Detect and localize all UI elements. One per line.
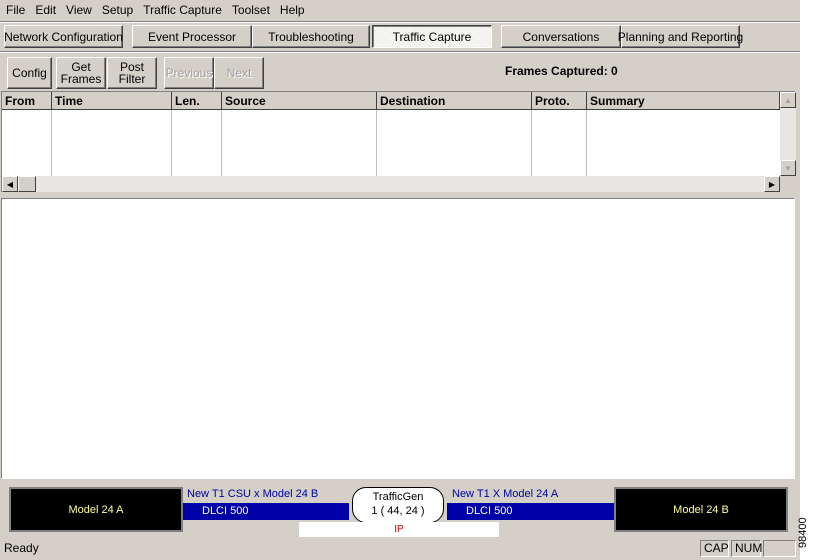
get-frames-button[interactable]: Get Frames <box>56 57 106 89</box>
packet-list-horizontal-scrollbar[interactable]: ◀ ▶ <box>2 176 796 192</box>
right-link-label: New T1 X Model 24 A <box>452 488 559 500</box>
left-dlci-label: DLCI 500 <box>183 503 349 520</box>
tab-event-processor[interactable]: Event Processor <box>132 25 252 48</box>
capture-toolbar: Config Get Frames Post Filter Previous N… <box>0 53 800 91</box>
scroll-down-arrow-icon[interactable]: ▼ <box>780 160 796 176</box>
scroll-right-arrow-icon[interactable]: ▶ <box>764 176 780 192</box>
scroll-up-arrow-icon[interactable]: ▲ <box>780 92 796 108</box>
column-header-from[interactable]: From <box>2 92 52 110</box>
column-divider <box>52 110 172 176</box>
scroll-left-arrow-icon[interactable]: ◀ <box>2 176 18 192</box>
scroll-thumb[interactable] <box>18 176 36 192</box>
num-lock-indicator: NUM <box>731 540 762 557</box>
cloud-line-1: TrafficGen <box>372 491 424 503</box>
status-text: Ready <box>4 541 39 555</box>
right-dlci-label: DLCI 500 <box>447 503 614 520</box>
column-header-destination[interactable]: Destination <box>377 92 532 110</box>
menu-edit[interactable]: Edit <box>30 0 61 21</box>
next-button[interactable]: Next <box>214 57 264 89</box>
post-filter-button[interactable]: Post Filter <box>107 57 157 89</box>
tab-network-configuration[interactable]: Network Configuration <box>4 25 123 48</box>
menu-traffic-capture[interactable]: Traffic Capture <box>138 0 227 21</box>
traffic-generator-cloud[interactable]: TrafficGen 1 ( 44, 24 ) <box>352 487 444 523</box>
tab-planning-and-reporting[interactable]: Planning and Reporting <box>618 25 743 48</box>
frames-captured-readout: Frames Captured: 0 <box>505 64 618 78</box>
frames-captured-value: 0 <box>611 64 618 78</box>
scroll-corner <box>780 176 796 192</box>
column-divider <box>2 110 52 176</box>
menu-bar: File Edit View Setup Traffic Capture Too… <box>0 0 800 21</box>
column-header-len[interactable]: Len. <box>172 92 222 110</box>
column-header-time[interactable]: Time <box>52 92 172 110</box>
application-window: File Edit View Setup Traffic Capture Too… <box>0 0 800 560</box>
previous-button[interactable]: Previous <box>164 57 214 89</box>
config-button[interactable]: Config <box>7 57 52 89</box>
menu-file[interactable]: File <box>1 0 30 21</box>
status-bar: Ready CAP NUM <box>0 538 800 560</box>
tab-traffic-capture[interactable]: Traffic Capture <box>372 25 492 48</box>
caps-lock-indicator: CAP <box>700 540 729 557</box>
column-header-summary[interactable]: Summary <box>587 92 780 110</box>
column-divider <box>172 110 222 176</box>
menu-help[interactable]: Help <box>275 0 310 21</box>
column-divider <box>532 110 587 176</box>
column-divider <box>222 110 377 176</box>
left-link-label: New T1 CSU x Model 24 B <box>187 488 319 500</box>
frames-captured-label: Frames Captured: <box>505 64 608 78</box>
tab-conversations[interactable]: Conversations <box>501 25 621 48</box>
device-model-24-b[interactable]: Model 24 B <box>614 487 788 532</box>
module-tab-bar: Network Configuration Event Processor Tr… <box>0 22 800 50</box>
device-model-24-a[interactable]: Model 24 A <box>9 487 183 532</box>
menu-view[interactable]: View <box>61 0 97 21</box>
scroll-lock-indicator <box>763 540 796 557</box>
column-header-source[interactable]: Source <box>222 92 377 110</box>
column-divider <box>377 110 532 176</box>
frame-detail-pane[interactable] <box>1 198 795 479</box>
tab-troubleshooting[interactable]: Troubleshooting <box>252 25 370 48</box>
menu-toolset[interactable]: Toolset <box>227 0 275 21</box>
menu-setup[interactable]: Setup <box>97 0 138 21</box>
protocol-label: IP <box>299 522 499 537</box>
figure-number: 98400 <box>797 517 809 548</box>
cloud-line-2: 1 ( 44, 24 ) <box>371 505 425 517</box>
packet-list-vertical-scrollbar[interactable]: ▲ ▼ <box>780 92 796 176</box>
packet-list-table[interactable]: From Time Len. Source Destination Proto.… <box>1 91 796 192</box>
column-header-proto[interactable]: Proto. <box>532 92 587 110</box>
